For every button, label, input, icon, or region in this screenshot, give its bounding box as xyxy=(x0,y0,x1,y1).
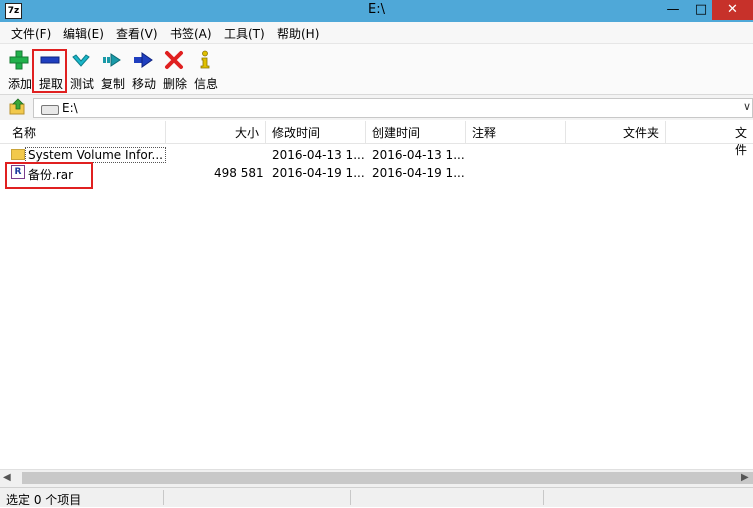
add-button[interactable]: 添加 xyxy=(4,48,34,91)
column-divider[interactable] xyxy=(665,121,666,143)
column-folders[interactable]: 文件夹 xyxy=(623,124,659,141)
file-size: 498 581 xyxy=(214,166,264,180)
status-divider xyxy=(543,490,544,505)
close-button[interactable]: ✕ xyxy=(712,0,753,20)
delete-icon xyxy=(165,51,183,69)
column-modified[interactable]: 修改时间 xyxy=(272,124,320,141)
status-divider xyxy=(163,490,164,505)
horizontal-scrollbar[interactable]: ◀ ▶ xyxy=(0,469,753,487)
menu-edit[interactable]: 编辑(E) xyxy=(63,25,104,42)
column-size[interactable]: 大小 xyxy=(235,124,259,141)
column-name[interactable]: 名称 xyxy=(12,124,36,141)
menu-help[interactable]: 帮助(H) xyxy=(277,25,319,42)
move-button[interactable]: 移动 xyxy=(128,48,158,91)
menu-tools[interactable]: 工具(T) xyxy=(224,25,265,42)
copy-icon xyxy=(103,53,121,67)
toolbar: 添加 提取 测试 复制 移动 删除 信息 xyxy=(0,44,753,95)
up-folder-icon xyxy=(9,98,25,115)
drive-icon xyxy=(41,105,59,115)
address-bar: E:\ ∨ xyxy=(0,95,753,120)
test-button[interactable]: 测试 xyxy=(66,48,96,91)
table-row[interactable]: R 备份.rar 498 581 2016-04-19 1... 2016-04… xyxy=(0,164,753,182)
menu-bookmarks[interactable]: 书签(A) xyxy=(170,25,212,42)
scroll-left-arrow-icon[interactable]: ◀ xyxy=(3,472,11,483)
file-created: 2016-04-13 1... xyxy=(372,148,465,162)
column-comment[interactable]: 注释 xyxy=(472,124,496,141)
delete-button[interactable]: 删除 xyxy=(159,48,189,91)
test-icon xyxy=(72,54,90,67)
status-divider xyxy=(350,490,351,505)
list-header: 名称 大小 修改时间 创建时间 注释 文件夹 文件 xyxy=(0,121,753,157)
up-folder-button[interactable] xyxy=(9,98,27,116)
menu-file[interactable]: 文件(F) xyxy=(11,25,51,42)
scroll-thumb[interactable] xyxy=(22,472,753,484)
add-icon xyxy=(9,50,29,70)
minimize-button[interactable]: — xyxy=(658,0,688,20)
folder-icon xyxy=(11,149,25,160)
status-bar: 选定 0 个项目 xyxy=(0,487,753,507)
column-created[interactable]: 创建时间 xyxy=(372,124,420,141)
chevron-down-icon[interactable]: ∨ xyxy=(743,100,751,113)
column-divider[interactable] xyxy=(265,121,266,143)
info-button[interactable]: 信息 xyxy=(190,48,220,91)
address-input[interactable]: E:\ ∨ xyxy=(33,98,753,118)
column-divider[interactable] xyxy=(565,121,566,143)
menu-bar: 文件(F) 编辑(E) 查看(V) 书签(A) 工具(T) 帮助(H) xyxy=(0,22,753,44)
address-path: E:\ xyxy=(62,101,78,115)
move-icon xyxy=(134,52,153,68)
column-divider[interactable] xyxy=(465,121,466,143)
title-bar: 7z E:\ — □ ✕ xyxy=(0,0,753,22)
copy-button[interactable]: 复制 xyxy=(97,48,127,91)
window-title: E:\ xyxy=(368,2,385,17)
info-label: 信息 xyxy=(193,77,218,91)
info-icon xyxy=(200,50,210,69)
file-modified: 2016-04-19 1... xyxy=(272,166,365,180)
file-name: System Volume Infor... xyxy=(25,147,166,163)
scroll-right-arrow-icon[interactable]: ▶ xyxy=(741,472,749,483)
extract-highlight-box xyxy=(32,49,67,93)
menu-view[interactable]: 查看(V) xyxy=(116,25,158,42)
column-divider[interactable] xyxy=(365,121,366,143)
rar-highlight-box xyxy=(5,162,93,189)
column-divider[interactable] xyxy=(165,121,166,143)
status-selected: 选定 0 个项目 xyxy=(6,493,82,507)
table-row[interactable]: System Volume Infor... 2016-04-13 1... 2… xyxy=(0,146,753,164)
file-created: 2016-04-19 1... xyxy=(372,166,465,180)
file-modified: 2016-04-13 1... xyxy=(272,148,365,162)
